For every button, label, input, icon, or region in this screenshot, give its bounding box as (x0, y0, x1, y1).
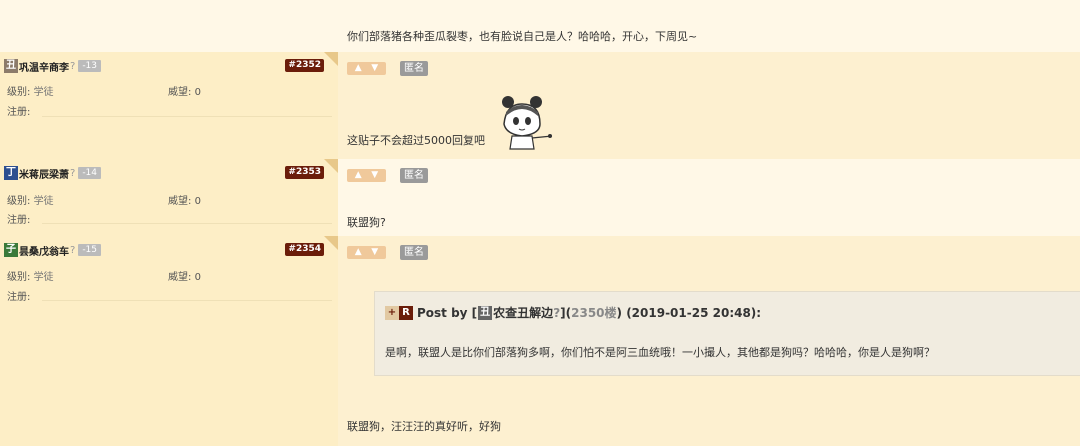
prestige-value: 0 (194, 87, 201, 98)
score-badge: -13 (78, 60, 102, 72)
post-content: 这贴子不会超过5000回复吧 (347, 134, 485, 147)
post-content: 联盟狗? (347, 216, 386, 229)
level-row: 级别: 学徒 (7, 192, 54, 207)
bookmark-corner-icon[interactable] (324, 159, 338, 173)
question-mark: ? (70, 167, 76, 179)
anon-badge: 匿名 (400, 168, 428, 183)
level-row: 级别: 学徒 (7, 268, 54, 283)
post-2352: 丑 巩温辛商李 ? -13 #2352 级别: 学徒 威望: 0 注册: ▲ ▼… (0, 52, 1080, 159)
bookmark-corner-icon[interactable] (324, 236, 338, 250)
floor-number[interactable]: #2354 (285, 243, 324, 256)
previous-post-user-panel (0, 0, 338, 52)
user-panel: 丁 米蒋辰梁萧 ? -14 #2353 级别: 学徒 威望: 0 注册: (0, 159, 338, 236)
register-row: 注册: (7, 211, 30, 226)
vote-buttons[interactable]: ▲ ▼ (347, 246, 386, 259)
quote-avatar[interactable]: 丑 (478, 305, 493, 320)
user-panel: 丑 巩温辛商李 ? -13 #2352 级别: 学徒 威望: 0 注册: (0, 52, 338, 159)
thumb-up-icon[interactable]: ▲ (355, 62, 362, 75)
avatar[interactable]: 子 (4, 243, 18, 257)
register-row: 注册: (7, 103, 30, 118)
prestige-label: 威望: (168, 272, 192, 283)
quote-date: ) (2019-01-25 20:48): (616, 305, 762, 320)
level-row: 级别: 学徒 (7, 83, 54, 98)
user-line: 子 昙桑戊翁车 ? -15 (4, 242, 102, 258)
level-label: 级别: (7, 87, 31, 98)
quoted-post: + R Post by [ 丑 农查丑解边 ? ]( 2350楼 ) (2019… (374, 291, 1080, 376)
bookmark-corner-icon[interactable] (324, 52, 338, 66)
quote-prefix: Post by [ (417, 305, 478, 320)
question-mark: ? (70, 244, 76, 256)
previous-post-content: 你们部落猪各种歪瓜裂枣，也有脸说自己是人？哈哈哈，开心，下周见~ (347, 30, 698, 43)
register-label: 注册: (7, 292, 31, 303)
thumb-up-icon[interactable]: ▲ (355, 246, 362, 259)
post-body: ▲ ▼ 匿名 联盟狗? (338, 159, 1080, 236)
prestige-value: 0 (194, 272, 201, 283)
thumb-down-icon[interactable]: ▼ (371, 62, 378, 75)
thumb-down-icon[interactable]: ▼ (371, 246, 378, 259)
floor-number[interactable]: #2353 (285, 166, 324, 179)
quote-question-mark: ? (553, 305, 561, 320)
post-actions: ▲ ▼ 匿名 (347, 245, 428, 260)
user-line: 丑 巩温辛商李 ? -13 (4, 58, 102, 74)
thumb-up-icon[interactable]: ▲ (355, 169, 362, 182)
prestige-label: 威望: (168, 196, 192, 207)
score-badge: -15 (78, 244, 102, 256)
level-label: 级别: (7, 272, 31, 283)
username-link[interactable]: 巩温辛商李 (19, 59, 69, 74)
user-line: 丁 米蒋辰梁萧 ? -14 (4, 165, 102, 181)
register-label: 注册: (7, 107, 31, 118)
floor-number[interactable]: #2352 (285, 59, 324, 72)
prestige-row: 威望: 0 (168, 83, 201, 98)
score-badge: -14 (78, 167, 102, 179)
post-content: 联盟狗，汪汪汪的真好听，好狗 (347, 420, 501, 433)
username-link[interactable]: 昙桑戊翁车 (19, 243, 69, 258)
anon-badge: 匿名 (400, 245, 428, 260)
question-mark: ? (70, 60, 76, 72)
post-actions: ▲ ▼ 匿名 (347, 61, 428, 76)
quote-header: + R Post by [ 丑 农查丑解边 ? ]( 2350楼 ) (2019… (385, 304, 761, 321)
level-value: 学徒 (33, 196, 54, 207)
register-label: 注册: (7, 215, 31, 226)
vote-buttons[interactable]: ▲ ▼ (347, 169, 386, 182)
anime-girl-sticker-icon (502, 96, 553, 150)
prestige-label: 威望: (168, 87, 192, 98)
user-panel: 子 昙桑戊翁车 ? -15 #2354 级别: 学徒 威望: 0 注册: (0, 236, 338, 446)
prestige-row: 威望: 0 (168, 192, 201, 207)
previous-post-tail: 你们部落猪各种歪瓜裂枣，也有脸说自己是人？哈哈哈，开心，下周见~ (0, 0, 1080, 52)
username-link[interactable]: 米蒋辰梁萧 (19, 166, 69, 181)
avatar[interactable]: 丑 (4, 59, 18, 73)
post-2353: 丁 米蒋辰梁萧 ? -14 #2353 级别: 学徒 威望: 0 注册: ▲ ▼… (0, 159, 1080, 236)
anon-badge: 匿名 (400, 61, 428, 76)
quote-body: 是啊，联盟人是比你们部落狗多啊，你们怕不是阿三血统哦！一小撮人，其他都是狗吗？哈… (385, 346, 935, 359)
level-label: 级别: (7, 196, 31, 207)
post-2354: 子 昙桑戊翁车 ? -15 #2354 级别: 学徒 威望: 0 注册: ▲ ▼… (0, 236, 1080, 446)
thumb-down-icon[interactable]: ▼ (371, 169, 378, 182)
divider (42, 223, 332, 224)
avatar[interactable]: 丁 (4, 166, 18, 180)
level-value: 学徒 (33, 87, 54, 98)
divider (42, 116, 332, 117)
vote-buttons[interactable]: ▲ ▼ (347, 62, 386, 75)
prestige-value: 0 (194, 196, 201, 207)
post-body: ▲ ▼ 匿名 + R Post by [ 丑 农查丑解边 ? ]( 2350楼 … (338, 236, 1080, 446)
divider (42, 300, 332, 301)
quote-bracket: ]( (560, 305, 572, 320)
post-actions: ▲ ▼ 匿名 (347, 168, 428, 183)
quote-floor-link[interactable]: 2350楼 (571, 304, 616, 321)
post-body: ▲ ▼ 匿名 这贴子不会超过5000回复吧 (338, 52, 1080, 159)
expand-quote-icon[interactable]: + (385, 305, 399, 320)
reply-icon[interactable]: R (399, 305, 413, 320)
quote-username-link[interactable]: 农查丑解边 (493, 304, 553, 321)
prestige-row: 威望: 0 (168, 268, 201, 283)
register-row: 注册: (7, 288, 30, 303)
level-value: 学徒 (33, 272, 54, 283)
